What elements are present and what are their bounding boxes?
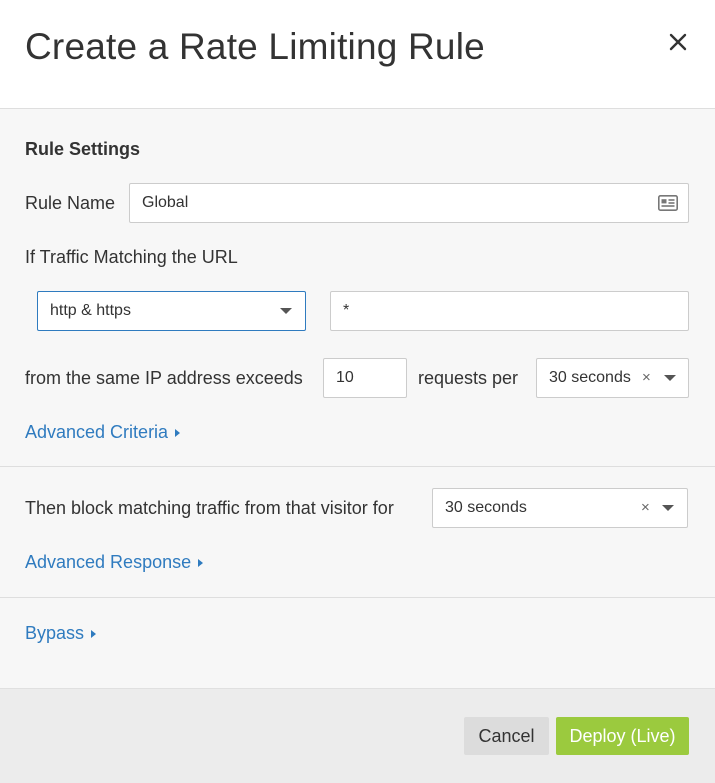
chevron-down-icon <box>664 375 676 381</box>
period-value: 30 seconds <box>549 369 631 386</box>
rate-limiting-dialog: Create a Rate Limiting Rule Rule Setting… <box>0 0 715 783</box>
deploy-button[interactable]: Deploy (Live) <box>556 717 689 755</box>
clear-icon[interactable]: × <box>642 369 651 386</box>
advanced-criteria-link[interactable]: Advanced Criteria <box>25 422 181 443</box>
contact-card-icon <box>658 194 678 211</box>
clear-icon[interactable]: × <box>641 499 650 516</box>
block-duration-value: 30 seconds <box>445 499 527 516</box>
traffic-url-label: If Traffic Matching the URL <box>25 247 238 267</box>
caret-right-icon <box>198 558 204 567</box>
requests-count-input[interactable]: 10 <box>323 358 407 398</box>
caret-right-icon <box>175 428 181 437</box>
section-divider <box>0 597 715 598</box>
ip-threshold-label: from the same IP address exceeds <box>25 368 303 388</box>
bypass-link[interactable]: Bypass <box>25 623 97 644</box>
period-select[interactable]: 30 seconds × <box>536 358 689 398</box>
dialog-title: Create a Rate Limiting Rule <box>25 26 485 67</box>
chevron-down-icon <box>662 505 674 511</box>
close-icon <box>669 33 687 51</box>
block-duration-label: Then block matching traffic from that vi… <box>25 498 394 518</box>
protocol-value: http & https <box>50 302 131 319</box>
advanced-response-link[interactable]: Advanced Response <box>25 552 204 573</box>
rule-name-input[interactable]: Global <box>129 183 689 223</box>
url-pattern-input[interactable]: * <box>330 291 689 331</box>
rule-name-value: Global <box>142 194 189 211</box>
advanced-response-label: Advanced Response <box>25 552 192 572</box>
requests-per-label: requests per <box>418 368 519 388</box>
rule-settings-heading: Rule Settings <box>25 139 141 159</box>
url-pattern-value: * <box>343 302 350 319</box>
dialog-header: Create a Rate Limiting Rule <box>0 0 715 109</box>
cancel-button[interactable]: Cancel <box>464 717 549 755</box>
rule-name-label: Rule Name <box>25 193 116 213</box>
advanced-criteria-label: Advanced Criteria <box>25 422 169 442</box>
requests-count-value: 10 <box>336 369 354 386</box>
caret-right-icon <box>91 629 97 638</box>
block-duration-select[interactable]: 30 seconds × <box>432 488 688 528</box>
chevron-down-icon <box>280 308 292 314</box>
section-divider <box>0 466 715 467</box>
close-button[interactable] <box>664 28 692 56</box>
bypass-label: Bypass <box>25 623 85 643</box>
protocol-select[interactable]: http & https <box>37 291 306 331</box>
